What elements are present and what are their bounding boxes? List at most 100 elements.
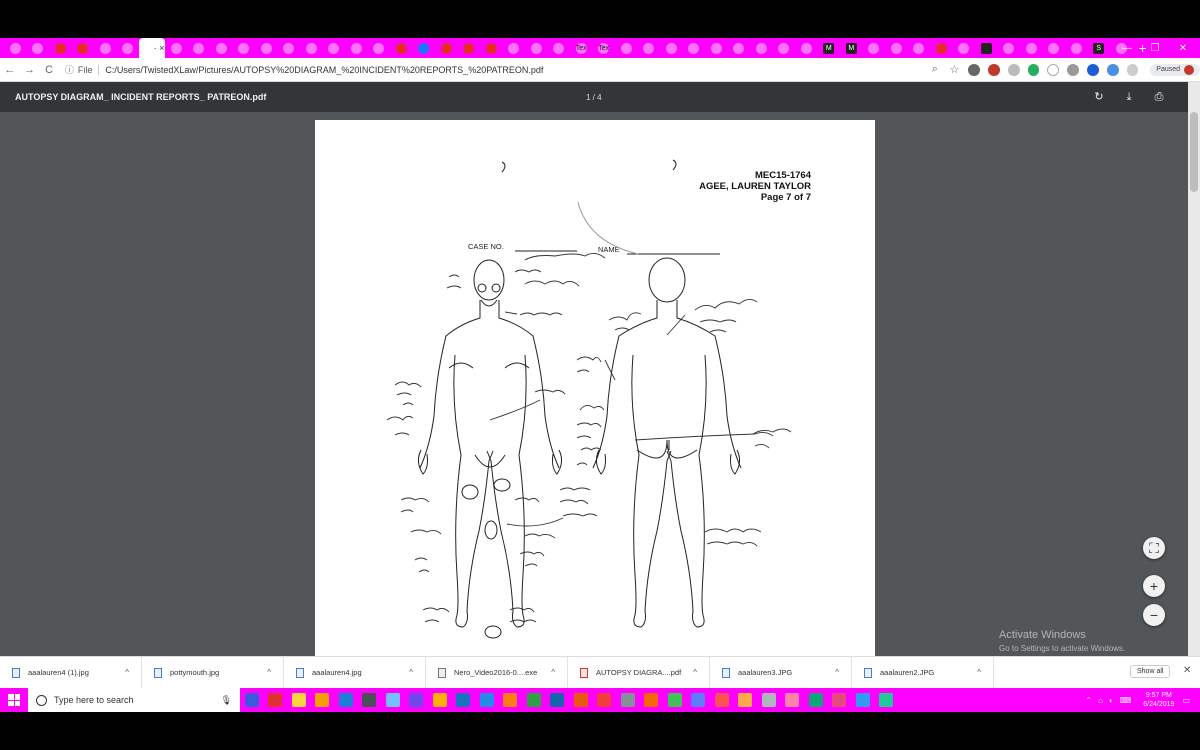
minimize-button[interactable]: — (1114, 38, 1140, 58)
taskbar-app-icon[interactable] (569, 688, 593, 712)
browser-tab[interactable] (4, 38, 27, 58)
taskbar-app-icon[interactable] (428, 688, 452, 712)
browser-tab[interactable] (525, 38, 548, 58)
browser-tab[interactable] (615, 38, 638, 58)
print-icon[interactable]: ⎙ (1152, 90, 1166, 104)
extension-icon[interactable] (1027, 63, 1040, 76)
profile-paused-button[interactable]: Paused (1150, 63, 1200, 76)
download-icon[interactable]: ⤓ (1122, 90, 1136, 104)
browser-tab[interactable] (49, 38, 72, 58)
extension-icon[interactable] (1086, 63, 1099, 76)
browser-tab[interactable] (210, 38, 233, 58)
close-icon[interactable]: ✕ (1183, 665, 1191, 676)
browser-tab[interactable] (94, 38, 117, 58)
extension-icon[interactable] (1007, 63, 1020, 76)
browser-tab[interactable] (728, 38, 751, 58)
chevron-up-icon[interactable]: ^ (835, 668, 839, 677)
taskbar-app-icon[interactable] (475, 688, 499, 712)
taskbar-app-icon[interactable] (710, 688, 734, 712)
tray-up-icon[interactable]: ⌃ (1085, 696, 1092, 705)
show-all-button[interactable]: Show all (1130, 665, 1171, 678)
browser-tab[interactable] (1043, 38, 1066, 58)
browser-tab[interactable] (975, 38, 998, 58)
download-item[interactable]: aaalauren2.JPG ^ (852, 656, 994, 689)
taskbar-app-icon[interactable] (311, 688, 335, 712)
taskbar-app-icon[interactable] (240, 688, 264, 712)
taskbar-app-icon[interactable] (546, 688, 570, 712)
browser-tab[interactable] (72, 38, 95, 58)
browser-tab[interactable] (1065, 38, 1088, 58)
browser-tab[interactable]: M (818, 38, 841, 58)
taskbar-search[interactable]: Type here to search 🎙 (28, 688, 240, 712)
browser-tab[interactable] (255, 38, 278, 58)
browser-tab[interactable] (638, 38, 661, 58)
browser-tab[interactable] (27, 38, 50, 58)
browser-tab[interactable] (188, 38, 211, 58)
browser-tab[interactable] (750, 38, 773, 58)
browser-tab[interactable] (233, 38, 256, 58)
download-item[interactable]: aaalauren3.JPG ^ (710, 656, 852, 689)
taskbar-app-icon[interactable] (687, 688, 711, 712)
extension-icon[interactable] (1106, 63, 1119, 76)
pdf-scrollbar[interactable] (1188, 82, 1200, 656)
extension-icon[interactable] (968, 63, 981, 76)
browser-tab[interactable] (953, 38, 976, 58)
maximize-button[interactable]: ❐ (1142, 38, 1168, 58)
chevron-up-icon[interactable]: ^ (125, 668, 129, 677)
taskbar-app-icon[interactable] (499, 688, 523, 712)
taskbar-app-icon[interactable] (358, 688, 382, 712)
network-icon[interactable]: ⌂ (1098, 696, 1103, 705)
browser-tab[interactable] (458, 38, 481, 58)
address-bar[interactable]: ⓘ File C:/Users/TwistedXLaw/Pictures/AUT… (65, 61, 899, 79)
download-item[interactable]: pottymouth.jpg ^ (142, 656, 284, 689)
taskbar-app-icon[interactable] (452, 688, 476, 712)
taskbar-app-icon[interactable] (640, 688, 664, 712)
download-item[interactable]: AUTOPSY DIAGRA....pdf ^ (568, 656, 710, 689)
taskbar-clock[interactable]: 9:57 PM 6/24/2019 (1143, 691, 1174, 709)
taskbar-app-icon[interactable] (851, 688, 875, 712)
browser-tab[interactable] (773, 38, 796, 58)
chevron-up-icon[interactable]: ^ (977, 668, 981, 677)
extension-icon[interactable] (988, 63, 1000, 76)
browser-tab[interactable]: Tex (593, 38, 616, 58)
download-item[interactable]: aaalauren4.jpg ^ (284, 656, 426, 689)
start-button[interactable] (0, 688, 28, 712)
browser-tab[interactable] (998, 38, 1021, 58)
browser-tab[interactable] (908, 38, 931, 58)
browser-tab[interactable] (885, 38, 908, 58)
taskbar-app-icon[interactable] (757, 688, 781, 712)
close-window-button[interactable]: ✕ (1170, 38, 1196, 58)
taskbar-app-icon[interactable] (287, 688, 311, 712)
rotate-icon[interactable]: ↻ (1092, 90, 1106, 104)
pdf-viewer-canvas[interactable]: MEC15-1764 AGEE, LAUREN TAYLOR Page 7 of… (0, 112, 1188, 656)
forward-icon[interactable]: → (20, 64, 40, 76)
taskbar-app-icon[interactable] (781, 688, 805, 712)
taskbar-app-icon[interactable] (875, 688, 899, 712)
taskbar-app-icon[interactable] (334, 688, 358, 712)
volume-icon[interactable]: ◐ (1109, 696, 1114, 705)
fit-to-page-icon[interactable]: ⛶ (1143, 537, 1165, 559)
browser-tab[interactable]: Tex (570, 38, 593, 58)
keyboard-icon[interactable]: ⌨ (1120, 696, 1132, 705)
scrollbar-thumb[interactable] (1190, 112, 1198, 192)
info-icon[interactable]: ⓘ (65, 63, 74, 76)
chevron-up-icon[interactable]: ^ (267, 668, 271, 677)
browser-tab[interactable] (660, 38, 683, 58)
browser-tab[interactable] (480, 38, 503, 58)
browser-tab[interactable] (278, 38, 301, 58)
reload-icon[interactable]: C (39, 64, 59, 76)
browser-tab[interactable] (390, 38, 413, 58)
taskbar-app-icon[interactable] (828, 688, 852, 712)
download-item[interactable]: Nero_Video2016-0....exe ^ (426, 656, 568, 689)
browser-tab[interactable] (503, 38, 526, 58)
browser-tab[interactable] (435, 38, 458, 58)
browser-tab[interactable] (300, 38, 323, 58)
notifications-icon[interactable]: ▭ (1182, 696, 1190, 705)
back-icon[interactable]: ← (0, 64, 20, 76)
zoom-icon[interactable]: ⌕ (925, 63, 945, 76)
browser-tab[interactable] (795, 38, 818, 58)
chevron-up-icon[interactable]: ^ (409, 668, 413, 677)
page-indicator[interactable]: 1 / 4 (586, 93, 602, 102)
chevron-up-icon[interactable]: ^ (551, 668, 555, 677)
browser-tab[interactable] (1020, 38, 1043, 58)
